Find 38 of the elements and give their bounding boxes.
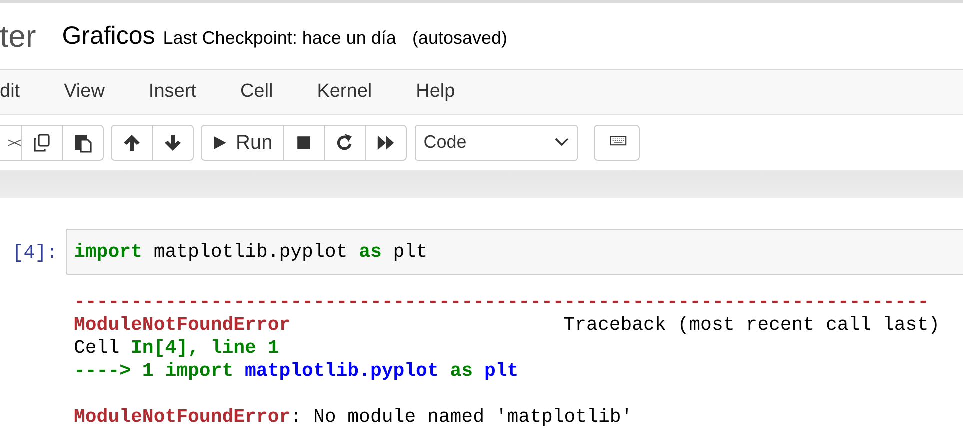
fast-forward-icon bbox=[376, 134, 396, 152]
traceback-rule: --------------------------------------------------------------------------- bbox=[74, 291, 930, 314]
chevron-down-icon bbox=[554, 138, 569, 147]
paste-icon bbox=[73, 132, 93, 152]
toolbar-button[interactable] bbox=[324, 124, 366, 160]
code-line: import matplotlib.pyplot as plt bbox=[74, 240, 428, 264]
traceback-line: ----> 1 import matplotlib.pyplot as plt bbox=[74, 360, 519, 383]
code-input[interactable]: import matplotlib.pyplot as plt bbox=[66, 229, 963, 275]
keyboard-button[interactable] bbox=[594, 124, 640, 160]
autosave-status: (autosaved) bbox=[412, 27, 508, 50]
traceback-line: Cell In[4], line 1 bbox=[74, 337, 280, 360]
stop-icon bbox=[296, 134, 312, 150]
checkpoint-status: Last Checkpoint: hace un día bbox=[163, 27, 396, 50]
traceback-label: Traceback (most recent call last) bbox=[564, 314, 940, 337]
menu-item[interactable]: Insert bbox=[148, 78, 196, 106]
notebook-name[interactable]: Graficos bbox=[62, 18, 156, 56]
input-prompt: [4]: bbox=[11, 241, 59, 266]
toolbar-button[interactable] bbox=[0, 124, 22, 160]
toolbar-button[interactable] bbox=[282, 124, 325, 160]
menu-item[interactable]: View bbox=[64, 78, 105, 106]
menu-item[interactable]: dit bbox=[0, 78, 20, 106]
restart-icon bbox=[336, 134, 354, 152]
toolbar-button[interactable] bbox=[152, 124, 194, 160]
toolbar-button[interactable] bbox=[21, 124, 63, 160]
toolbar-button[interactable] bbox=[364, 124, 407, 160]
copy-icon bbox=[32, 132, 52, 152]
toolbar-button[interactable] bbox=[111, 124, 153, 160]
menu-item[interactable]: Cell bbox=[240, 78, 274, 106]
run-button[interactable]: Run bbox=[201, 124, 284, 160]
cell-type-select[interactable]: Code bbox=[414, 124, 578, 160]
traceback-line: ModuleNotFoundError: No module named 'matplotlib' bbox=[74, 406, 633, 429]
menu-item[interactable]: Help bbox=[416, 78, 456, 106]
arrow-up-icon bbox=[122, 132, 142, 152]
toolbar-button[interactable] bbox=[62, 124, 104, 160]
logo-text: ter bbox=[0, 18, 36, 56]
error-name: ModuleNotFoundError bbox=[74, 314, 291, 337]
menu-item[interactable]: Kernel bbox=[317, 78, 372, 106]
arrow-down-icon bbox=[163, 132, 183, 152]
